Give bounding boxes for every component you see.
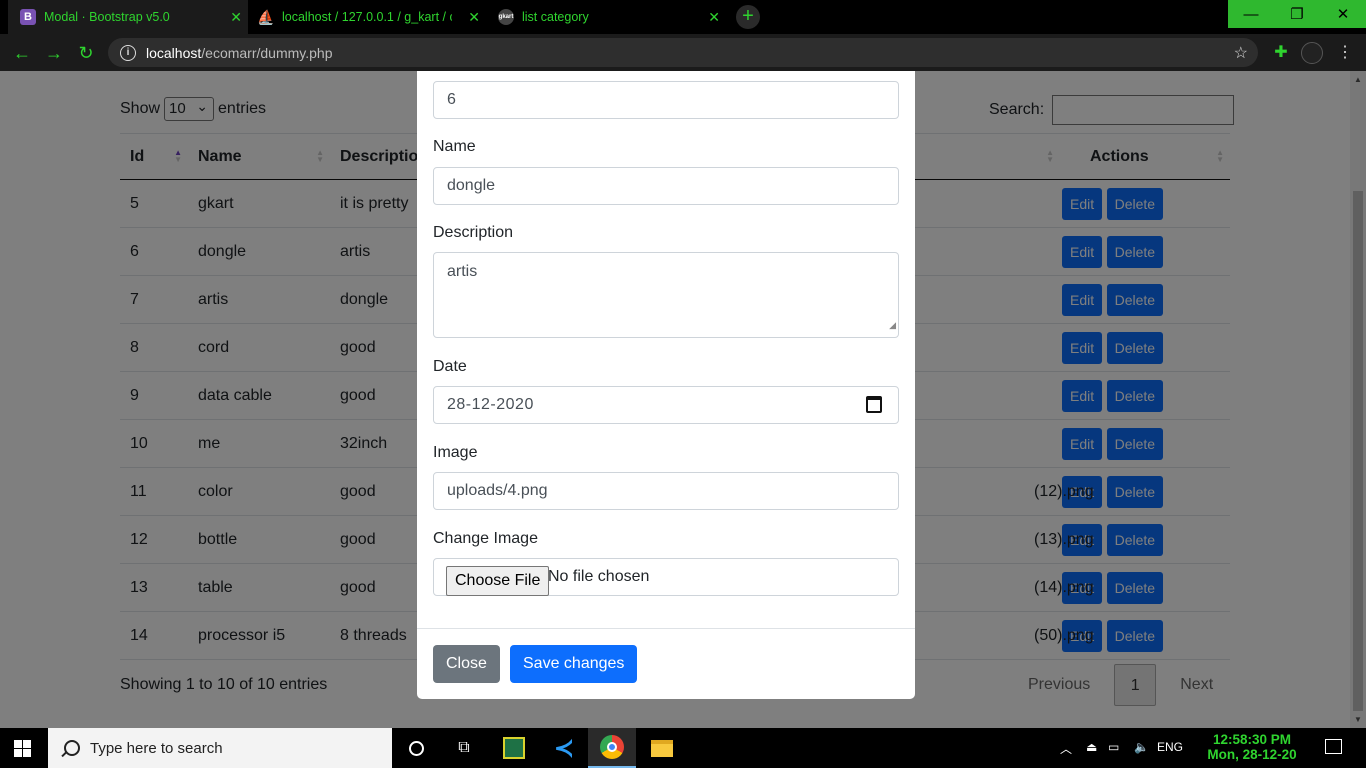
restore-button[interactable]: ❐ <box>1274 0 1320 28</box>
language-indicator[interactable]: ENG <box>1157 740 1183 754</box>
profile-avatar[interactable] <box>1301 42 1323 64</box>
windows-start-icon[interactable] <box>14 740 31 757</box>
notifications-icon[interactable] <box>1325 739 1342 754</box>
menu-icon[interactable]: ⋮ <box>1334 42 1356 64</box>
search-icon <box>64 740 80 756</box>
clock[interactable]: 12:58:30 PM Mon, 28-12-20 <box>1190 732 1314 762</box>
tab-list-category[interactable]: gkart list category ✕ <box>486 0 726 34</box>
site-info-icon[interactable]: i <box>120 44 136 61</box>
image-path-field[interactable]: uploads/4.png <box>433 472 899 510</box>
close-tab-icon[interactable]: ✕ <box>708 9 720 26</box>
chrome-icon[interactable] <box>588 728 636 768</box>
description-label: Description <box>433 224 514 241</box>
tab-modal-bootstrap[interactable]: B Modal · Bootstrap v5.0 ✕ <box>8 0 248 34</box>
url-path: /ecomarr/dummy.php <box>201 44 333 61</box>
address-bar[interactable]: i localhost /ecomarr/dummy.php ☆ <box>108 38 1258 67</box>
save-changes-button[interactable]: Save changes <box>510 645 638 683</box>
image-label: Image <box>433 444 478 461</box>
new-tab-button[interactable]: + <box>736 5 760 29</box>
description-textarea[interactable]: artis ◢ <box>433 252 899 338</box>
bookmark-star-icon[interactable]: ☆ <box>1234 43 1248 63</box>
tab-title: Modal · Bootstrap v5.0 <box>44 10 170 24</box>
browser-toolbar: ← → ↻ i localhost /ecomarr/dummy.php ☆ ✚… <box>0 34 1366 71</box>
meet-now-icon[interactable]: ⏏ <box>1086 740 1097 754</box>
taskbar-search-placeholder: Type here to search <box>90 739 223 757</box>
date-label: Date <box>433 358 467 375</box>
phpmyadmin-icon: ⛵ <box>257 8 275 25</box>
close-button[interactable]: Close <box>433 645 500 683</box>
extensions-icon[interactable]: ✚ <box>1270 42 1292 64</box>
cortana-icon[interactable] <box>392 728 440 768</box>
date-value: 28-12-2020 <box>447 396 534 413</box>
edit-category-modal: 6 Name dongle Description artis ◢ Date 2… <box>417 71 915 699</box>
minimize-button[interactable]: — <box>1228 0 1274 28</box>
taskbar-search[interactable]: Type here to search <box>48 728 392 768</box>
network-icon[interactable]: ▭ <box>1108 740 1119 754</box>
file-explorer-icon[interactable] <box>638 728 686 768</box>
resize-grip-icon[interactable]: ◢ <box>889 315 896 335</box>
close-window-button[interactable]: ✕ <box>1320 0 1366 28</box>
close-tab-icon[interactable]: ✕ <box>468 9 480 26</box>
url-host: localhost <box>146 44 202 61</box>
windows-taskbar: Type here to search ⧉ ≺ ︿ ⏏ ▭ 🔈 ENG 12:5… <box>0 728 1366 768</box>
back-icon[interactable]: ← <box>10 41 34 65</box>
reload-icon[interactable]: ↻ <box>74 41 98 65</box>
calendar-icon[interactable] <box>866 396 882 413</box>
clock-date: Mon, 28-12-20 <box>1207 747 1297 762</box>
date-field[interactable]: 28-12-2020 <box>433 386 899 424</box>
vscode-icon[interactable]: ≺ <box>540 728 588 768</box>
volume-icon[interactable]: 🔈 <box>1134 740 1149 754</box>
choose-file-button[interactable]: Choose File <box>446 566 550 596</box>
id-field[interactable]: 6 <box>433 81 899 119</box>
description-value: artis <box>447 263 478 280</box>
file-input[interactable]: Choose File No file chosen <box>433 558 899 596</box>
modal-footer-divider <box>417 628 915 629</box>
tab-title: list category <box>522 10 589 24</box>
tab-phpmyadmin[interactable]: ⛵ localhost / 127.0.0.1 / g_kart / cat ✕ <box>248 0 486 34</box>
tab-title: localhost / 127.0.0.1 / g_kart / cat <box>282 10 452 24</box>
no-file-text: No file chosen <box>548 568 650 585</box>
gkart-icon: gkart <box>498 9 514 25</box>
browser-tab-bar: B Modal · Bootstrap v5.0 ✕ ⛵ localhost /… <box>0 0 1366 34</box>
name-label: Name <box>433 138 476 155</box>
task-view-icon[interactable]: ⧉ <box>440 728 488 768</box>
name-field[interactable]: dongle <box>433 167 899 205</box>
change-image-label: Change Image <box>433 530 538 547</box>
forward-icon[interactable]: → <box>42 41 66 65</box>
bootstrap-icon: B <box>20 9 36 25</box>
close-tab-icon[interactable]: ✕ <box>230 9 242 26</box>
clock-time: 12:58:30 PM <box>1212 732 1292 747</box>
tray-expand-icon[interactable]: ︿ <box>1060 740 1072 757</box>
app-icon[interactable] <box>490 728 538 768</box>
